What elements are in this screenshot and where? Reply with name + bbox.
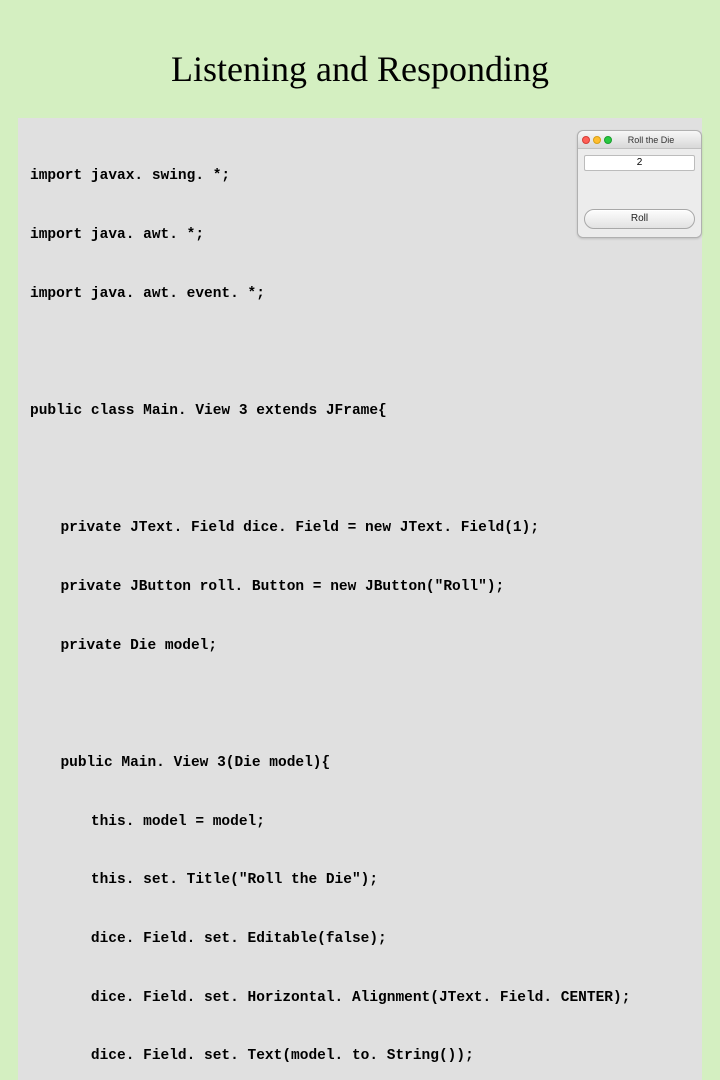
slide: Listening and Responding import javax. s… [0,0,720,540]
window-body: 2 Roll [578,149,701,237]
code-line: this. model = model; [30,813,690,833]
roll-button[interactable]: Roll [584,209,695,229]
code-line: public class Main. View 3 extends JFrame… [30,402,690,422]
code-line: private JButton roll. Button = new JButt… [30,578,690,598]
code-line: dice. Field. set. Text(model. to. String… [30,1047,690,1067]
blank-line [30,461,690,481]
slide-title: Listening and Responding [0,0,720,110]
code-line: dice. Field. set. Horizontal. Alignment(… [30,989,690,1009]
demo-window: Roll the Die 2 Roll [577,130,702,238]
code-line: dice. Field. set. Editable(false); [30,930,690,950]
blank-line [30,695,690,715]
maximize-icon[interactable] [604,136,612,144]
blank-line [30,343,690,363]
minimize-icon[interactable] [593,136,601,144]
code-line: public Main. View 3(Die model){ [30,754,690,774]
code-line: private Die model; [30,637,690,657]
window-titlebar: Roll the Die [578,131,701,149]
code-line: import java. awt. event. *; [30,285,690,305]
code-line: this. set. Title("Roll the Die"); [30,871,690,891]
dice-field: 2 [584,155,695,171]
code-line: private JText. Field dice. Field = new J… [30,519,690,539]
close-icon[interactable] [582,136,590,144]
code-block: import javax. swing. *; import java. awt… [18,118,702,1080]
window-title: Roll the Die [615,135,697,145]
